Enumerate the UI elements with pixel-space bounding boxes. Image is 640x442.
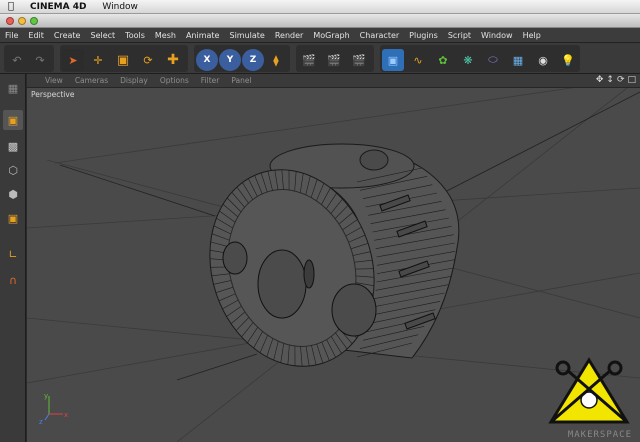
subdivision-surface-icon[interactable]: ✿ [432, 49, 454, 71]
deformer-icon[interactable]: ⬭ [482, 49, 504, 71]
render-picture-viewer-icon[interactable]: 🎬 [323, 49, 345, 71]
viewport-menu-options[interactable]: Options [154, 76, 195, 85]
makerspace-logo [548, 357, 630, 424]
rotate-tool-icon[interactable]: ⟳ [137, 49, 159, 71]
cloner-icon[interactable]: ❋ [457, 49, 479, 71]
snap-icon[interactable]: ∩ [3, 270, 23, 290]
y-axis-lock-button[interactable]: Y [219, 49, 241, 71]
watermark-text: MAKERSPACE [567, 430, 632, 440]
menu-character[interactable]: Character [355, 31, 405, 40]
zoom-window-button[interactable] [30, 17, 38, 25]
rotate-view-icon[interactable]: ⟳ [617, 75, 625, 85]
app-menu-bar: File Edit Create Select Tools Mesh Anima… [0, 28, 640, 43]
recent-tool-icon[interactable]: ✚ [162, 49, 184, 71]
points-mode-icon[interactable]: ⬡ [3, 160, 23, 180]
axis-gizmo: y x z [39, 392, 68, 426]
app-menu[interactable]: CINEMA 4D [22, 2, 94, 12]
light-icon[interactable]: 💡 [557, 49, 579, 71]
render-group: 🎬 🎬 🎬 [296, 45, 374, 72]
viewport-menu-view[interactable]: View [39, 76, 69, 85]
model-mode-icon[interactable]: ▣ [3, 110, 23, 130]
viewport-menu-filter[interactable]: Filter [195, 76, 226, 85]
floor-icon[interactable]: ▦ [507, 49, 529, 71]
scale-tool-icon[interactable]: ▣ [112, 49, 134, 71]
menu-edit[interactable]: Edit [23, 31, 49, 40]
hole-left [222, 241, 248, 275]
logo-wrench-head-right [607, 360, 623, 376]
world-axis-left [59, 164, 216, 217]
close-window-button[interactable] [6, 17, 14, 25]
menu-mesh[interactable]: Mesh [150, 31, 181, 40]
undo-redo-group: ↶ ↷ [4, 45, 54, 72]
z-axis-lock-button[interactable]: Z [242, 49, 264, 71]
menu-animate[interactable]: Animate [181, 31, 225, 40]
coordinate-system-icon[interactable]: ⧫ [265, 49, 287, 71]
window-title-bar [0, 14, 640, 28]
spline-pen-icon[interactable]: ∿ [407, 49, 429, 71]
viewport-menu-display[interactable]: Display [114, 76, 154, 85]
viewport-scene: y x z [27, 88, 640, 442]
top-cap-hole [359, 149, 389, 171]
perspective-viewport[interactable]: y x z Perspective MAKERSPACE [27, 88, 640, 442]
viewport-menu-bar: View Cameras Display Options Filter Pane… [27, 74, 640, 88]
x-axis-lock-button[interactable]: X [196, 49, 218, 71]
menu-mograph[interactable]: MoGraph [308, 31, 354, 40]
toggle-view-icon[interactable]: □ [627, 75, 636, 85]
mac-menu-bar:  CINEMA 4D Window [0, 0, 640, 14]
minimize-window-button[interactable] [18, 17, 26, 25]
hole-center [257, 249, 307, 319]
render-view-icon[interactable]: 🎬 [298, 49, 320, 71]
menu-create[interactable]: Create [49, 31, 86, 40]
menu-tools[interactable]: Tools [120, 31, 150, 40]
create-objects-group: ▣ ∿ ✿ ❋ ⬭ ▦ ◉ 💡 [380, 45, 580, 72]
main-toolbar: ↶ ↷ ➤ ✛ ▣ ⟳ ✚ X Y Z ⧫ 🎬 🎬 🎬 ▣ ∿ ✿ ❋ ⬭ ▦ … [0, 43, 640, 74]
menu-plugins[interactable]: Plugins [404, 31, 443, 40]
hole-right [331, 283, 377, 337]
axis-mode-icon[interactable]: ∟ [3, 244, 23, 264]
world-axis-bottom [176, 353, 258, 381]
viewport-nav-icons: ✥ ↕ ⟳ □ [596, 75, 636, 85]
left-tool-palette: ▦ ▣ ▩ ⬡ ⬢ ▣ ∟ ∩ [0, 74, 26, 442]
render-settings-icon[interactable]: 🎬 [348, 49, 370, 71]
viewport-camera-label: Perspective [31, 90, 75, 99]
texture-mode-icon[interactable]: ▩ [3, 136, 23, 156]
axis-lock-group: X Y Z ⧫ [194, 45, 290, 72]
hole-center-slot [303, 259, 315, 289]
menu-render[interactable]: Render [270, 31, 308, 40]
undo-icon[interactable]: ↶ [6, 49, 28, 71]
make-editable-icon[interactable]: ▦ [3, 78, 23, 98]
menu-script[interactable]: Script [443, 31, 476, 40]
move-tool-icon[interactable]: ✛ [87, 49, 109, 71]
gizmo-z-line [44, 413, 50, 421]
gizmo-z-label: z [39, 418, 43, 426]
viewport-menu-cameras[interactable]: Cameras [69, 76, 114, 85]
window-menu[interactable]: Window [94, 2, 146, 12]
menu-help[interactable]: Help [518, 31, 546, 40]
gizmo-x-label: x [64, 411, 68, 419]
live-selection-icon[interactable]: ➤ [62, 49, 84, 71]
cube-icon[interactable]: ▣ [382, 49, 404, 71]
polygons-mode-icon[interactable]: ▣ [3, 208, 23, 228]
redo-icon[interactable]: ↷ [29, 49, 51, 71]
menu-file[interactable]: File [0, 31, 23, 40]
camera-icon[interactable]: ◉ [532, 49, 554, 71]
apple-icon[interactable]:  [0, 1, 22, 12]
edges-mode-icon[interactable]: ⬢ [3, 184, 23, 204]
pan-view-icon[interactable]: ✥ [596, 75, 604, 85]
world-axis-right [436, 91, 640, 197]
logo-wrench-head-left [555, 360, 571, 376]
menu-window[interactable]: Window [476, 31, 518, 40]
menu-simulate[interactable]: Simulate [224, 31, 269, 40]
gizmo-y-label: y [44, 392, 48, 400]
transform-tools-group: ➤ ✛ ▣ ⟳ ✚ [60, 45, 188, 72]
dolly-view-icon[interactable]: ↕ [606, 75, 614, 85]
menu-select[interactable]: Select [85, 31, 120, 40]
viewport-menu-panel[interactable]: Panel [225, 76, 257, 85]
